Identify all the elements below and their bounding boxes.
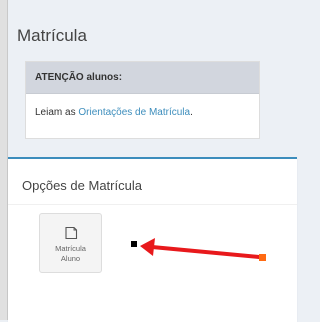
notice-body: Leiam as Orientações de Matrícula. xyxy=(26,94,259,118)
notice-text-suffix: . xyxy=(190,107,193,118)
notice-text-prefix: Leiam as xyxy=(35,107,79,118)
page-title: Matrícula xyxy=(17,26,87,45)
panel-title: Opções de Matrícula xyxy=(22,178,142,193)
orientations-link[interactable]: Orientações de Matrícula xyxy=(78,107,190,118)
panel-divider xyxy=(8,204,297,205)
notice-box: ATENÇÃO alunos: Leiam as Orientações de … xyxy=(25,61,260,139)
left-frame-border xyxy=(0,0,7,320)
student-enrollment-button[interactable]: Matrícula Aluno xyxy=(39,213,102,273)
notice-heading: ATENÇÃO alunos: xyxy=(26,62,259,94)
enrollment-options-panel: Opções de Matrícula Matrícula Aluno xyxy=(8,157,297,322)
student-enrollment-label: Matrícula Aluno xyxy=(55,244,86,263)
edit-square-icon xyxy=(64,226,77,240)
